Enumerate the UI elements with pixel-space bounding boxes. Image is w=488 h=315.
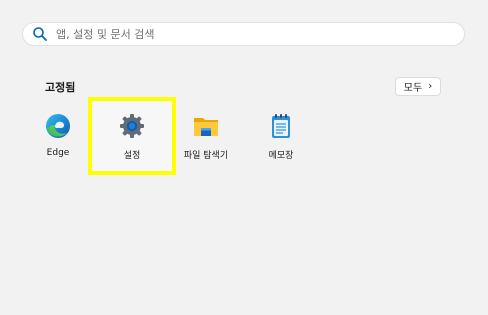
app-label-file-explorer: 파일 탐색기 (183, 151, 229, 161)
notepad-icon (267, 112, 295, 140)
app-label-settings: 설정 (123, 151, 141, 161)
folder-icon (192, 112, 220, 140)
pinned-app-settings[interactable]: 설정 (88, 97, 176, 175)
edge-icon (44, 112, 72, 140)
app-label-notepad: 메모장 (268, 151, 294, 161)
gear-icon (118, 112, 146, 140)
pinned-app-file-explorer[interactable]: 파일 탐색기 (167, 108, 245, 168)
app-label-edge: Edge (46, 148, 70, 158)
search-placeholder: 앱, 설정 및 문서 검색 (56, 28, 155, 41)
pinned-app-edge[interactable]: Edge (19, 108, 97, 168)
pinned-app-notepad[interactable]: 메모장 (242, 108, 320, 168)
all-apps-button[interactable]: 모두 › (395, 77, 441, 96)
pinned-section-title: 고정됨 (45, 81, 76, 94)
search-input[interactable]: 앱, 설정 및 문서 검색 (22, 22, 465, 46)
chevron-right-icon: › (428, 80, 433, 92)
all-apps-label: 모두 (403, 83, 423, 94)
search-icon (32, 26, 48, 42)
